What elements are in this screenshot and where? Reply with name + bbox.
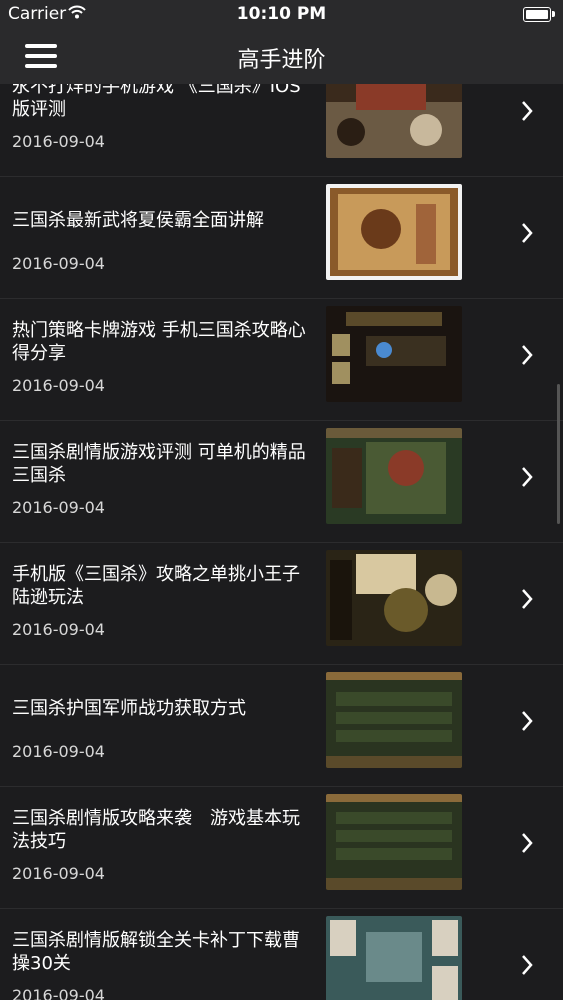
battery-icon xyxy=(523,7,555,22)
article-thumbnail xyxy=(326,184,462,280)
article-title: 三国杀最新武将夏侯霸全面讲解 xyxy=(12,209,264,231)
article-title: 三国杀剧情版游戏评测 可单机的精品三国杀 xyxy=(12,442,306,486)
article-title: 热门策略卡牌游戏 手机三国杀攻略心得分享 xyxy=(12,320,306,364)
article-thumbnail xyxy=(326,916,462,1000)
chevron-right-icon xyxy=(522,711,533,731)
chevron-right-icon xyxy=(522,467,533,487)
article-date: 2016-09-04 xyxy=(12,742,105,761)
list-item[interactable]: 三国杀剧情版游戏评测 可单机的精品三国杀 2016-09-04 xyxy=(0,420,563,543)
list-item[interactable]: 三国杀护国军师战功获取方式 2016-09-04 xyxy=(0,664,563,787)
status-bar: Carrier 10:10 PM xyxy=(0,0,563,28)
list-item[interactable]: 永不打烊的手机游戏 《三国杀》IOS版评测 2016-09-04 xyxy=(0,84,563,177)
article-thumbnail xyxy=(326,794,462,890)
article-date: 2016-09-04 xyxy=(12,132,105,151)
article-title: 三国杀护国军师战功获取方式 xyxy=(12,697,246,719)
article-title: 三国杀剧情版解锁全关卡补丁下载曹操30关 xyxy=(12,930,300,974)
chevron-right-icon xyxy=(522,223,533,243)
article-date: 2016-09-04 xyxy=(12,620,105,639)
article-thumbnail xyxy=(326,84,462,158)
article-thumbnail xyxy=(326,672,462,768)
list-item[interactable]: 三国杀剧情版攻略来袭 游戏基本玩法技巧 2016-09-04 xyxy=(0,786,563,909)
list-item[interactable]: 三国杀剧情版解锁全关卡补丁下载曹操30关 2016-09-04 xyxy=(0,908,563,1000)
scrollbar[interactable] xyxy=(557,384,560,524)
article-thumbnail xyxy=(326,550,462,646)
article-date: 2016-09-04 xyxy=(12,864,105,883)
article-date: 2016-09-04 xyxy=(12,986,105,1000)
article-title: 手机版《三国杀》攻略之单挑小王子陆逊玩法 xyxy=(12,564,300,608)
list-item[interactable]: 手机版《三国杀》攻略之单挑小王子陆逊玩法 2016-09-04 xyxy=(0,542,563,665)
article-thumbnail xyxy=(326,306,462,402)
article-date: 2016-09-04 xyxy=(12,498,105,517)
chevron-right-icon xyxy=(522,589,533,609)
status-time: 10:10 PM xyxy=(236,4,327,24)
chevron-right-icon xyxy=(522,345,533,365)
article-thumbnail xyxy=(326,428,462,524)
chevron-right-icon xyxy=(522,833,533,853)
navigation-bar: 高手进阶 xyxy=(0,28,563,84)
list-item[interactable]: 热门策略卡牌游戏 手机三国杀攻略心得分享 2016-09-04 xyxy=(0,298,563,421)
chevron-right-icon xyxy=(522,955,533,975)
page-title: 高手进阶 xyxy=(237,48,326,73)
article-list[interactable]: 永不打烊的手机游戏 《三国杀》IOS版评测 2016-09-04 三国杀最新武将… xyxy=(0,84,563,1000)
article-title: 三国杀剧情版攻略来袭 游戏基本玩法技巧 xyxy=(12,808,300,852)
article-date: 2016-09-04 xyxy=(12,254,105,273)
chevron-right-icon xyxy=(522,101,533,121)
article-date: 2016-09-04 xyxy=(12,376,105,395)
list-item[interactable]: 三国杀最新武将夏侯霸全面讲解 2016-09-04 xyxy=(0,176,563,299)
